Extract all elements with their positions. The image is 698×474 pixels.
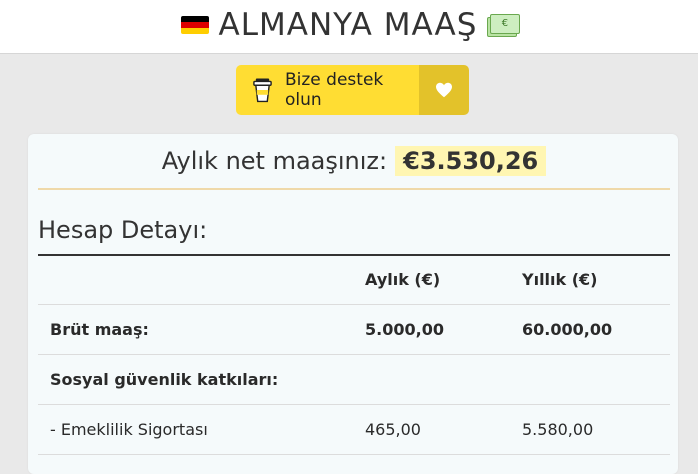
row-monthly: 5.000,00 xyxy=(365,304,522,355)
row-label: Brüt maaş: xyxy=(38,304,365,355)
net-salary-label: Aylık net maaşınız: xyxy=(161,147,388,175)
page-title-text: ALMANYA MAAŞ xyxy=(218,6,478,43)
column-header-yearly: Yıllık (€) xyxy=(522,255,670,305)
money-icon: € xyxy=(487,13,521,37)
page-title: ALMANYA MAAŞ € xyxy=(180,6,521,43)
net-salary-row: Aylık net maaşınız: €3.530,26 xyxy=(38,134,670,190)
row-yearly: 5.580,00 xyxy=(522,404,670,455)
table-row: - Emeklilik Sigortası 465,00 5.580,00 xyxy=(38,404,670,455)
net-salary-value: €3.530,26 xyxy=(395,146,547,176)
heart-icon xyxy=(436,82,452,98)
result-card: Aylık net maaşınız: €3.530,26 Hesap Deta… xyxy=(28,134,678,474)
details-title: Hesap Detayı: xyxy=(38,216,670,256)
row-monthly: 465,00 xyxy=(365,404,522,455)
germany-flag-icon xyxy=(180,15,209,34)
row-monthly xyxy=(365,354,522,405)
table-row: Brüt maaş: 5.000,00 60.000,00 xyxy=(38,304,670,355)
column-header-monthly: Aylık (€) xyxy=(365,255,522,305)
header-bar: ALMANYA MAAŞ € xyxy=(0,0,698,54)
support-button[interactable]: Bize destek olun xyxy=(236,65,469,115)
row-label: - Emeklilik Sigortası xyxy=(38,404,365,455)
cup-icon xyxy=(253,78,272,103)
row-yearly: 60.000,00 xyxy=(522,304,670,355)
details-table: Aylık (€) Yıllık (€) Brüt maaş: 5.000,00… xyxy=(38,255,670,455)
table-header-row: Aylık (€) Yıllık (€) xyxy=(38,255,670,305)
row-yearly xyxy=(522,354,670,405)
table-row: Sosyal güvenlik katkıları: xyxy=(38,354,670,405)
heart-button[interactable] xyxy=(419,65,469,115)
support-button-main[interactable]: Bize destek olun xyxy=(236,65,419,115)
column-header-label xyxy=(38,255,365,305)
row-label: Sosyal güvenlik katkıları: xyxy=(38,354,365,405)
support-button-label: Bize destek olun xyxy=(285,70,384,110)
